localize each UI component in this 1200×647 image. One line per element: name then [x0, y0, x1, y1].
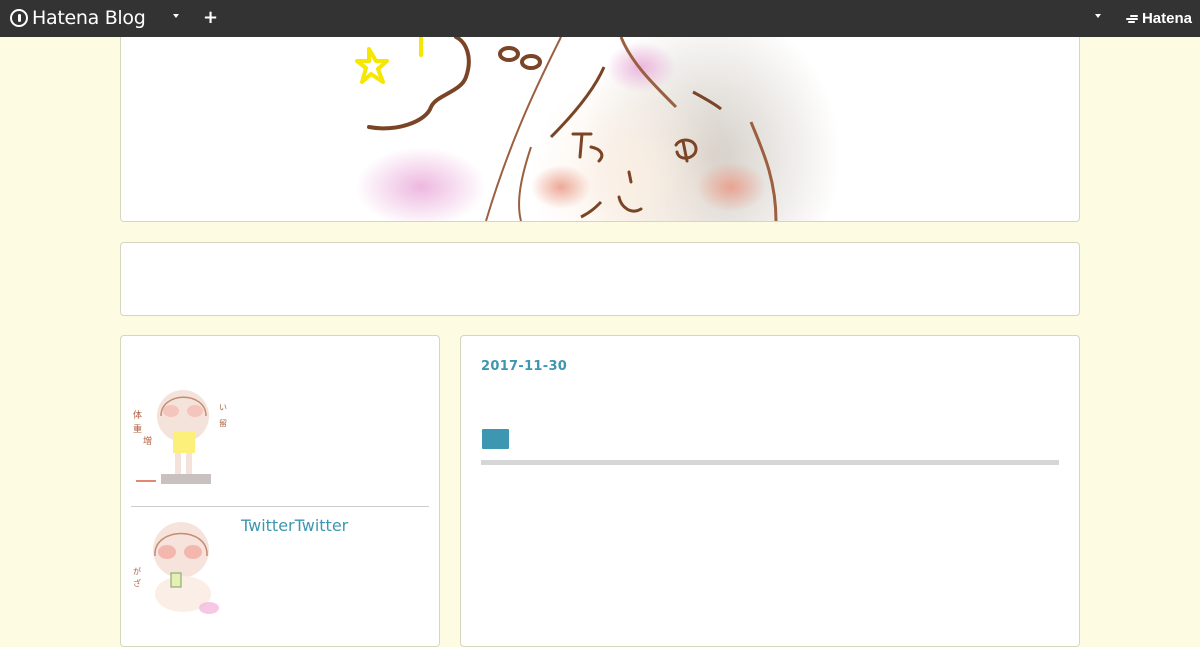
illustration-image: が ざ [131, 516, 231, 616]
plus-icon[interactable]: + [203, 8, 218, 28]
svg-text:が: が [133, 566, 141, 576]
twitter-thumbnail[interactable]: が ざ [131, 516, 231, 616]
hatena-brand-text: Hatena [1141, 10, 1192, 27]
svg-text:増: 増 [143, 435, 152, 447]
category-button[interactable] [482, 429, 509, 449]
svg-text:い: い [219, 403, 227, 412]
hatena-link[interactable]: Hatena [1125, 10, 1192, 27]
illustration-image: 体 重 増 い 留 [131, 386, 231, 486]
entry-divider-bar [481, 460, 1059, 465]
hatena-blog-logo[interactable]: Hatena Blog [10, 7, 146, 29]
sidebar: 体 重 増 い 留 が ざ TwitterTwitter [120, 335, 440, 647]
entry-article: 2017-11-30 [460, 335, 1080, 647]
svg-text:重: 重 [133, 423, 142, 435]
top-bar: Hatena Blog + Hatena [0, 0, 1200, 37]
blog-header [120, 37, 1080, 222]
entry-date[interactable]: 2017-11-30 [481, 359, 567, 374]
svg-text:体: 体 [133, 409, 142, 421]
hatena-logo-icon [1125, 14, 1139, 24]
account-dropdown-caret-icon[interactable] [1095, 14, 1101, 18]
hatena-blog-logo-icon [10, 9, 28, 27]
logo-text: Hatena Blog [32, 7, 146, 29]
dropdown-caret-icon[interactable] [173, 14, 179, 18]
profile-thumbnail[interactable]: 体 重 増 い 留 [131, 386, 231, 486]
header-illustration [355, 37, 841, 221]
svg-text:ざ: ざ [133, 578, 141, 588]
twitter-link[interactable]: TwitterTwitter [241, 516, 348, 535]
blog-description [120, 242, 1080, 316]
divider [131, 506, 429, 507]
svg-text:留: 留 [219, 418, 227, 428]
